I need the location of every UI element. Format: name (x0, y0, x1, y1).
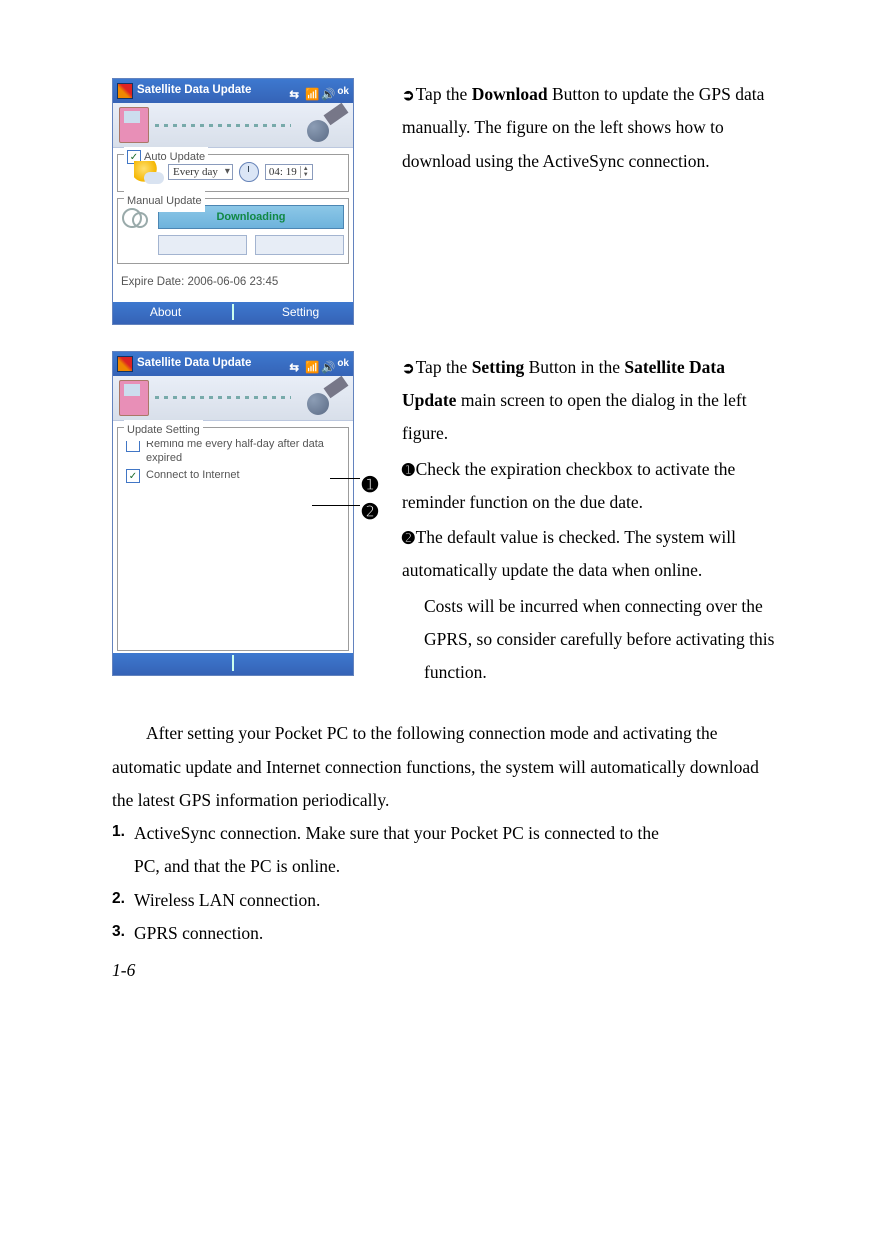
instruction-block-2: ➲Tap the Setting Button in the Satellite… (402, 351, 782, 692)
phone-icon (119, 107, 149, 143)
keyboard-icon[interactable] (232, 304, 234, 320)
callout-line-1 (330, 478, 360, 479)
action-bullet-icon: ➲ (402, 355, 415, 384)
update-setting-group: Update Setting Remind me every half-day … (117, 427, 349, 651)
satellite-icon (297, 381, 347, 415)
time-spinner[interactable]: 04: 19 ▲▼ (265, 164, 313, 180)
start-flag-icon (117, 356, 133, 372)
manual-icon (122, 206, 148, 228)
banner (113, 103, 353, 148)
banner (113, 376, 353, 421)
connection-dots-icon (155, 396, 291, 399)
setting-softkey[interactable]: Setting (248, 301, 353, 324)
titlebar: Satellite Data Update ⇆ 📶 🔊 ok (113, 79, 353, 103)
connection-dots-icon (155, 124, 291, 127)
ok-softkey[interactable]: ok (337, 82, 349, 101)
signal-icon: 📶 (305, 85, 317, 97)
callout-2-icon: ➋ (362, 495, 378, 531)
keyboard-icon[interactable] (232, 655, 234, 671)
page-number: 1-6 (112, 954, 782, 987)
manual-button-1[interactable] (158, 235, 247, 255)
signal-icon: 📶 (305, 358, 317, 370)
bottom-bar: About Setting (113, 302, 353, 324)
manual-button-2[interactable] (255, 235, 344, 255)
connect-checkbox[interactable]: ✓ (126, 469, 140, 483)
auto-update-group: ✓ Auto Update Every day 04: 19 ▲▼ (117, 154, 349, 192)
sync-icon: ⇆ (289, 85, 301, 97)
expire-date-text: Expire Date: 2006-06-06 23:45 (113, 266, 353, 302)
window-title: Satellite Data Update (137, 80, 251, 102)
weather-icon (134, 161, 162, 183)
list-item: 1. ActiveSync connection. Make sure that… (112, 817, 782, 884)
list-item: 2. Wireless LAN connection. (112, 884, 782, 917)
callout-2-icon: ➋ (402, 525, 415, 554)
list-item: 3. GPRS connection. (112, 917, 782, 950)
manual-update-group: Manual Update Downloading (117, 198, 349, 264)
pda-screenshot-top: Satellite Data Update ⇆ 📶 🔊 ok ✓ Auto Up… (112, 78, 354, 325)
sync-icon: ⇆ (289, 358, 301, 370)
start-flag-icon (117, 83, 133, 99)
callout-line-2 (312, 505, 360, 506)
about-softkey[interactable]: About (113, 301, 218, 324)
body-text: After setting your Pocket PC to the foll… (112, 717, 782, 950)
instruction-block-1: ➲Tap the Download Button to update the G… (402, 78, 782, 325)
satellite-icon (297, 108, 347, 142)
body-paragraph: After setting your Pocket PC to the foll… (112, 717, 782, 817)
remind-label: Remind me every half-day after data expi… (146, 438, 340, 466)
bottom-bar (113, 653, 353, 675)
frequency-select[interactable]: Every day (168, 164, 233, 180)
action-bullet-icon: ➲ (402, 82, 415, 111)
pda-screenshot-bottom: Satellite Data Update ⇆ 📶 🔊 ok Update Se… (112, 351, 354, 676)
callout-1-icon: ➊ (402, 457, 415, 486)
volume-icon: 🔊 (321, 85, 333, 97)
clock-icon (239, 162, 259, 182)
volume-icon: 🔊 (321, 358, 333, 370)
ok-softkey[interactable]: ok (337, 354, 349, 373)
phone-icon (119, 380, 149, 416)
update-setting-label: Update Setting (127, 420, 200, 441)
connect-label: Connect to Internet (146, 469, 340, 483)
window-title: Satellite Data Update (137, 353, 251, 375)
titlebar: Satellite Data Update ⇆ 📶 🔊 ok (113, 352, 353, 376)
